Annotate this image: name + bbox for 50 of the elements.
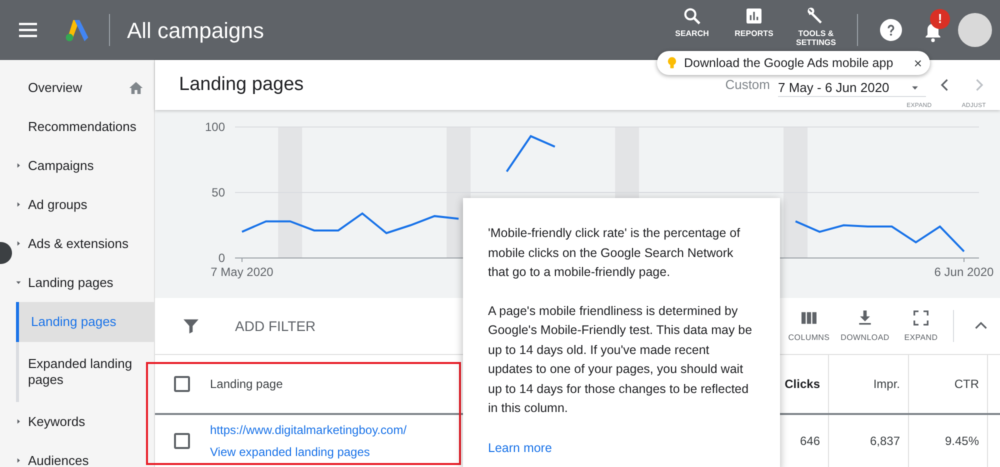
expanded-pages-link[interactable]: View expanded landing pages <box>210 443 407 461</box>
close-button[interactable]: × <box>914 52 922 74</box>
table-cell-text: 9.45% <box>944 433 979 450</box>
tooltip-text: A page's mobile friendliness is determined by Google's Mobile-Friendly test. This data may be up to 14 days old. If you've made recent updates to one of your pages, you should wait up to 14 days for those changes to be reflected in this column. <box>488 302 754 417</box>
sidebar-item[interactable]: Keywords <box>28 412 86 432</box>
y-tick-label: 100 <box>204 120 225 134</box>
x-tick-label: 6 Jun 2020 <box>934 265 994 279</box>
column-header[interactable]: Landing page <box>210 375 283 393</box>
toolbar-action-button[interactable]: DOWNLOAD <box>837 308 893 344</box>
column-header[interactable]: Impr. <box>873 375 900 393</box>
bar-chart-icon <box>744 6 764 26</box>
x-tick-label: 7 May 2020 <box>210 265 274 279</box>
table-cell-text: 6,837 <box>870 433 900 450</box>
notification-badge: ! <box>930 9 950 29</box>
sidebar-item[interactable]: Ads & extensions <box>28 234 128 254</box>
checkbox[interactable] <box>174 376 190 392</box>
help-icon[interactable] <box>880 19 902 41</box>
promo-text: Download the Google Ads mobile app <box>684 54 894 72</box>
add-filter-button[interactable]: ADD FILTER <box>235 316 316 336</box>
y-tick-label: 0 <box>218 251 225 265</box>
lightbulb-icon <box>665 55 679 71</box>
sidebar-item[interactable]: Landing pages <box>28 272 114 292</box>
column-header[interactable]: CTR <box>954 375 979 393</box>
sidebar-item[interactable]: Overview <box>28 78 82 98</box>
header-action-button[interactable]: SEARCH <box>663 4 721 38</box>
sidebar-item[interactable]: Recommendations <box>28 116 136 136</box>
checkbox[interactable] <box>174 433 190 449</box>
toolbar-action-button[interactable]: EXPAND <box>893 308 949 344</box>
sidebar-subitem[interactable]: Expanded landing pages <box>19 342 154 402</box>
sidebar-item[interactable]: Campaigns <box>28 156 94 176</box>
tooltip-text: 'Mobile-friendly click rate' is the percentage of mobile clicks on the Google Search Network that go to a mobile-friendly page. <box>488 225 742 281</box>
fullscreen-icon <box>911 308 931 328</box>
expand-handle[interactable] <box>0 242 12 264</box>
y-tick-label: 50 <box>212 186 225 200</box>
header-action-button[interactable]: REPORTS <box>725 4 783 38</box>
page-heading: All campaigns <box>127 16 264 45</box>
date-range-dropdown[interactable]: 7 May - 6 Jun 2020 <box>778 79 926 97</box>
toolbar-action-button[interactable]: COLUMNS <box>781 308 837 344</box>
url-link[interactable]: https://www.digitalmarketingboy.com/ <box>210 421 407 439</box>
date-range-label: Custom <box>725 76 770 94</box>
learn-more-link[interactable]: Learn more <box>488 438 552 458</box>
table-cell-text: 646 <box>800 433 820 450</box>
sidebar-item[interactable]: Ad groups <box>28 194 88 214</box>
page-title: Landing pages <box>179 72 304 97</box>
column-header[interactable]: Clicks <box>784 375 820 393</box>
home-icon <box>128 80 144 96</box>
avatar[interactable] <box>958 13 992 47</box>
sidebar-item[interactable]: Audiences <box>28 450 89 467</box>
header-action-button[interactable]: TOOLS & SETTINGS <box>787 4 845 47</box>
search-icon <box>682 6 702 26</box>
